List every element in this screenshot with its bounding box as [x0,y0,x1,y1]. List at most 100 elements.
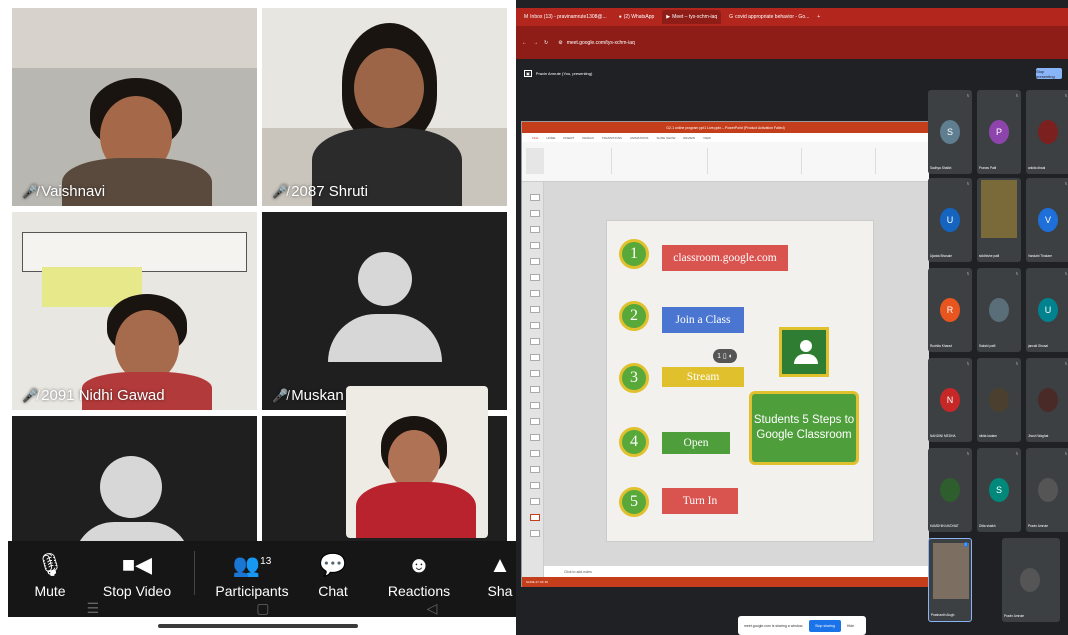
slide-thumbnail[interactable] [530,242,540,249]
pen-pointer-toolbar[interactable]: 1 ▯ ◐ [713,349,737,363]
ppt-menu-view[interactable]: VIEW [703,136,711,140]
participant-tile[interactable]: ⌇ Pravin Amrute [1026,448,1068,532]
ppt-menu-review[interactable]: REVIEW [683,136,695,140]
meet-icon: ▶ [666,14,671,20]
slide-thumbnail[interactable] [530,450,540,457]
step-number-3: 3 [619,363,649,393]
back-icon[interactable]: ◁ [427,600,438,617]
forward-arrow-icon[interactable]: → [533,40,538,46]
slide-thumbnail[interactable] [530,418,540,425]
participant-tile[interactable]: ⌇ KAMDHINI AVDHAT [928,448,972,532]
chat-button[interactable]: 💬 Chat [312,541,354,600]
slide-thumbnail[interactable] [530,226,540,233]
slide-thumbnail[interactable] [530,306,540,313]
tab-gmail[interactable]: M Inbox (13) - pravinamrute1308@... [520,10,611,24]
url-text[interactable]: meet.google.com/tys-xchm-iaq [567,40,635,46]
slide-thumbnail[interactable] [530,210,540,217]
recent-apps-icon[interactable]: ☰ [87,600,100,617]
participant-photo [989,298,1009,322]
summary-box: Students 5 Steps to Google Classroom [749,391,859,465]
ppt-menu-insert[interactable]: INSERT [563,136,574,140]
stop-presenting-button[interactable]: Stop presenting [1036,68,1062,79]
ppt-menu-transitions[interactable]: TRANSITIONS [602,136,622,140]
hide-button[interactable]: Hide [847,624,854,628]
video-tile-avatar[interactable] [12,416,257,541]
slide-thumbnail[interactable] [530,402,540,409]
participant-tile[interactable]: ⌇ nikita kadam [977,358,1021,442]
step-label-2: Join a Class [662,307,744,333]
shared-powerpoint-window: G2-1 online program ppt1 Live.pptx – Pow… [521,121,929,587]
paste-icon[interactable] [526,148,544,174]
slide-thumbnail[interactable] [530,530,540,537]
video-tile-shruti[interactable]: 🎤̸ 2087 Shruti [262,8,507,206]
participant-tile[interactable]: ⌇ Sakshi patil [977,268,1021,352]
participant-tile[interactable]: siddhishe patil [977,178,1021,262]
home-icon[interactable]: ▢ [256,600,269,617]
participant-tile[interactable]: ⌇ U Ujwala Bhosale [928,178,972,262]
share-button[interactable]: ▲ Sha [484,541,516,600]
slide-thumbnail[interactable] [530,482,540,489]
slide-thumbnail[interactable] [530,274,540,281]
video-tile-muskan[interactable]: 🎤̸ Muskan [262,212,507,410]
participant-name: Pranav Patil [979,166,997,170]
participant-name: 2087 Shruti [291,183,368,200]
gesture-bar[interactable] [158,624,358,628]
microphone-icon: 🎙 [36,552,64,577]
slide-thumbnail[interactable] [530,258,540,265]
tab-whatsapp[interactable]: ● (2) WhatsApp [615,10,659,24]
participant-tile-self[interactable]: Pravin Amrute [1002,538,1060,622]
slide-thumbnail[interactable] [530,434,540,441]
mic-muted-icon: 🎤̸ [22,387,39,403]
mic-off-icon: ⌇ [1065,181,1067,186]
mic-off-icon: ⌇ [1065,93,1067,98]
notes-pane[interactable]: Click to add notes [544,566,929,577]
participant-tile[interactable]: ⌇ Jhosh Waghat [1026,358,1068,442]
mute-button[interactable]: 🎙 Mute [26,541,74,600]
participant-tile[interactable]: ⌇ N NANDINI MEDHA [928,358,972,442]
ppt-status-bar: SLIDE 27 OF 30 [522,577,929,587]
participant-tile[interactable]: ⌇ S Ditta shaikh [977,448,1021,532]
slide-canvas[interactable]: 1 classroom.google.com 2 Join a Class 3 … [606,220,874,542]
slide-thumbnail[interactable] [530,354,540,361]
tab-meet[interactable]: ▶ Meet – tys-xchm-iaq [662,10,722,24]
back-arrow-icon[interactable]: ← [522,40,527,46]
step-number-4: 4 [619,427,649,457]
participant-tile[interactable]: ⌇ P Pranav Patil [977,90,1021,174]
self-view-video[interactable] [346,386,488,538]
participant-avatar: U [940,208,960,232]
slide-thumbnail[interactable] [530,322,540,329]
slide-thumbnail[interactable] [530,386,540,393]
ppt-menu-file[interactable]: FILE [532,136,538,140]
ppt-menu-animations[interactable]: ANIMATIONS [630,136,648,140]
tab-google-search[interactable]: Gcovid appropriate behavior - Go... [725,10,813,24]
ppt-menu-home[interactable]: HOME [546,136,555,140]
participants-button[interactable]: 👥13 Participants [204,541,300,599]
slide-thumbnail-selected[interactable] [530,514,540,521]
slide-thumbnail[interactable] [530,370,540,377]
site-settings-icon[interactable]: ⚙ [558,40,562,46]
slide-thumbnail[interactable] [530,290,540,297]
slide-thumbnail[interactable] [530,498,540,505]
ppt-menu-slideshow[interactable]: SLIDE SHOW [656,136,675,140]
participant-tile[interactable]: ⌇ S Sadhya Shaikh [928,90,972,174]
participant-tile[interactable]: ⌇ V Vandahi Thakare [1026,178,1068,262]
slide-thumbnail[interactable] [530,466,540,473]
reactions-button[interactable]: ☻ Reactions [382,541,456,600]
chat-bubble-icon: 💬 [319,552,347,577]
video-tile-nidhi[interactable]: 🎤̸ 2091 Nidhi Gawad [12,212,257,410]
stop-sharing-button[interactable]: Stop sharing [809,619,841,632]
participant-tile-pinned[interactable]: ≡ Prashanth Alugh [928,538,972,622]
participant-tile[interactable]: ⌇ Ujanvali Ghusal [1026,268,1068,352]
ppt-menu-design[interactable]: DESIGN [582,136,594,140]
reload-icon[interactable]: ↻ [544,40,548,46]
participant-tile[interactable]: ⌇ R Ruchita Kharad [928,268,972,352]
stop-video-button[interactable]: ■◀ Stop Video [96,541,178,600]
tab-strip: M Inbox (13) - pravinamrute1308@... ● (2) … [516,8,1068,26]
new-tab-icon[interactable]: + [817,14,820,20]
slide-thumbnail[interactable] [530,194,540,201]
slide-thumbnail[interactable] [530,338,540,345]
video-tile-vaishnavi[interactable]: 🎤̸ Vaishnavi [12,8,257,206]
step-label-1: classroom.google.com [662,245,788,271]
mic-off-icon: ⌇ [1016,93,1018,98]
participant-tile[interactable]: ⌇ ankita dhaal [1026,90,1068,174]
